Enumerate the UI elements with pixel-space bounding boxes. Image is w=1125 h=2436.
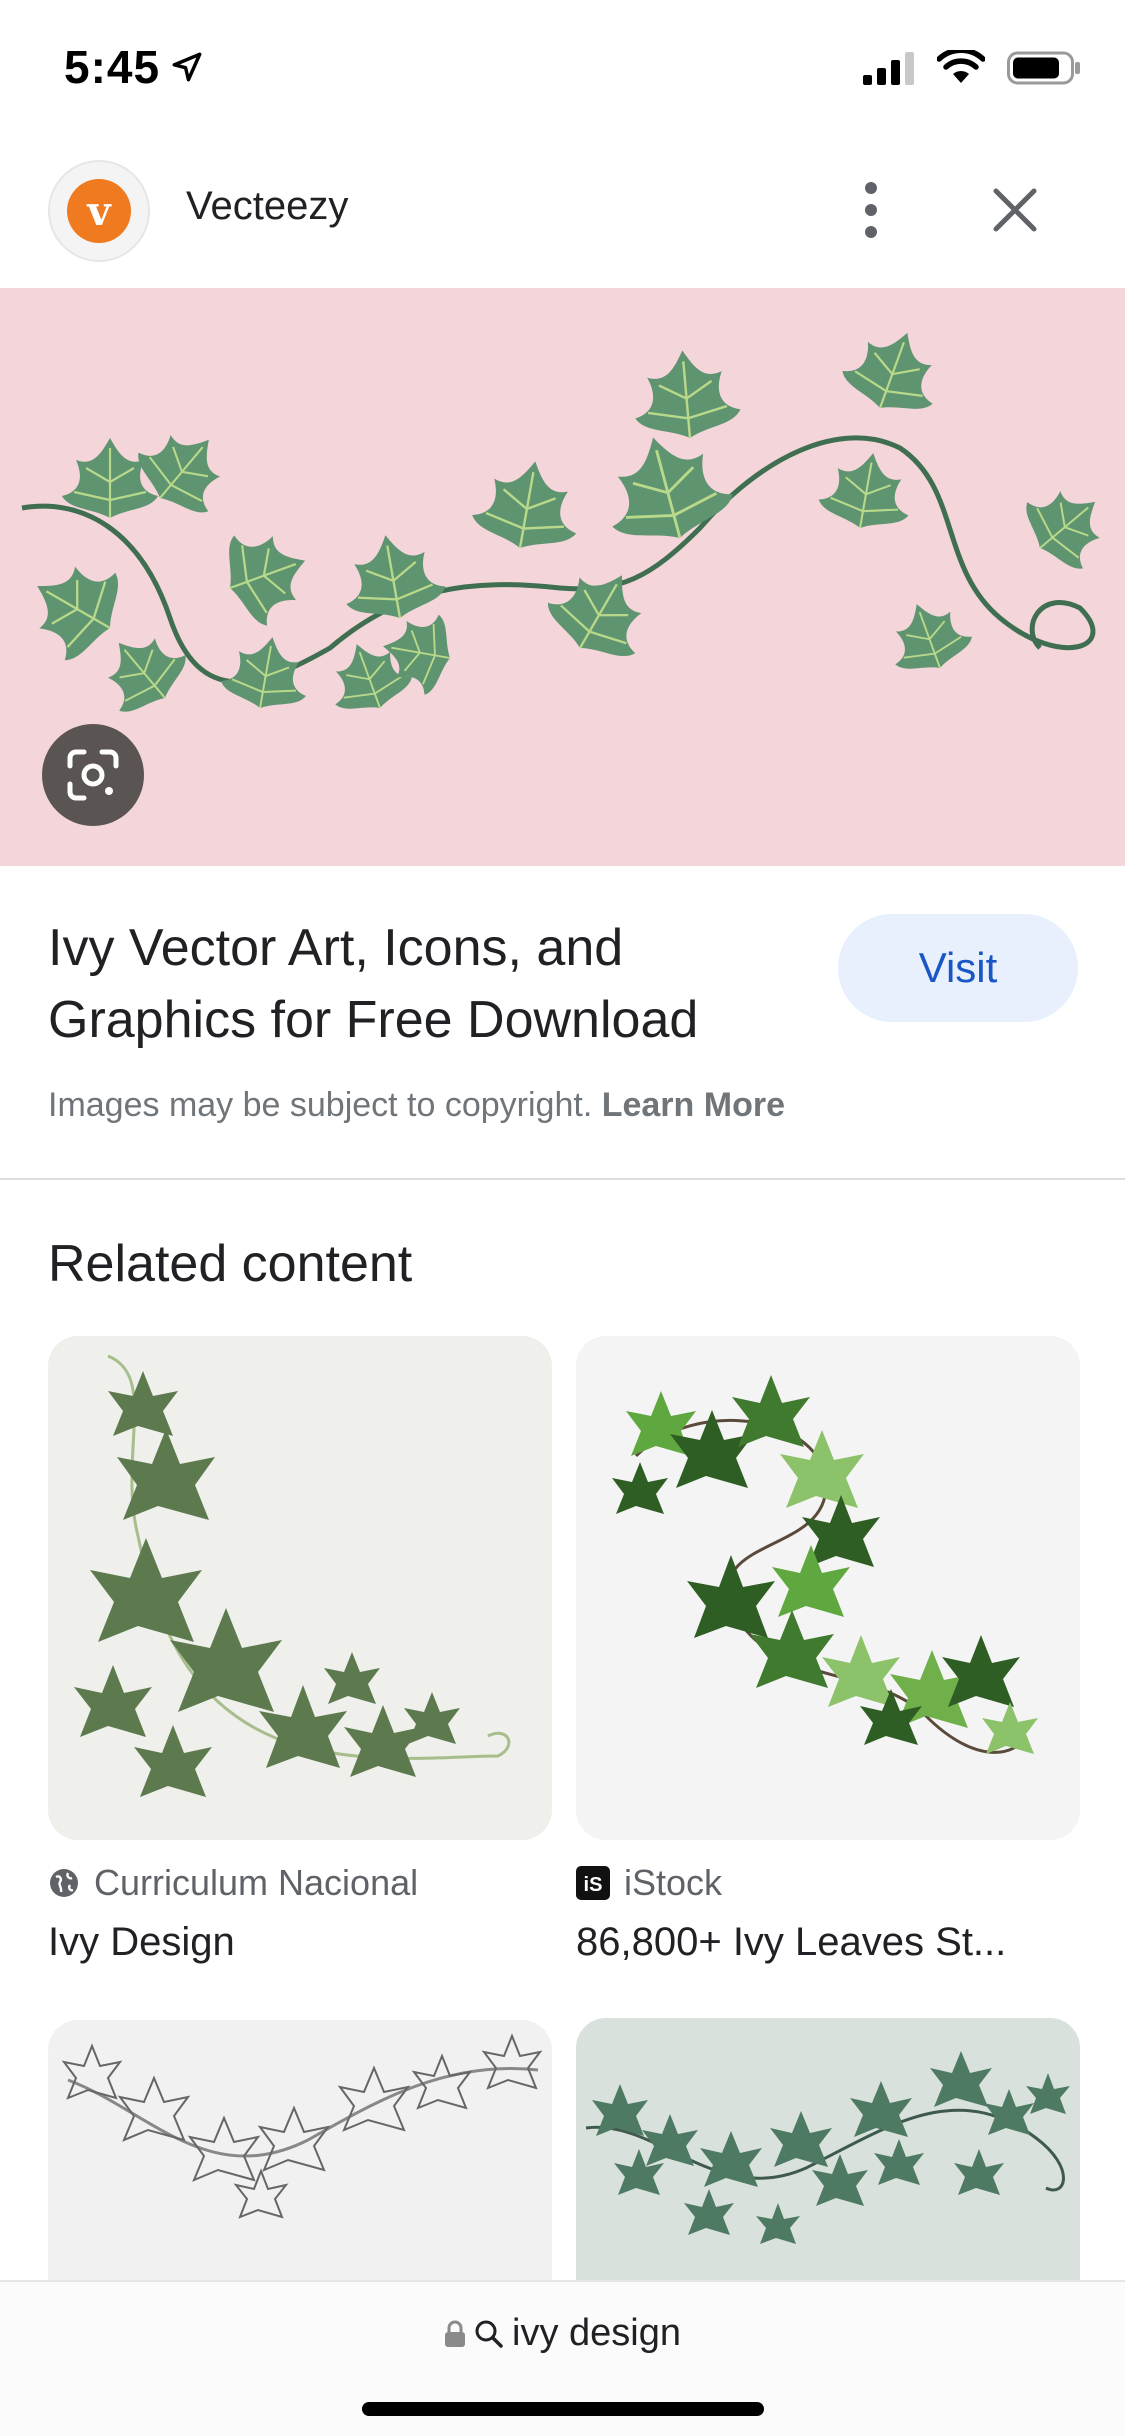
search-icon: [475, 2320, 503, 2348]
status-time: 5:45: [64, 40, 204, 94]
related-card-image[interactable]: [576, 2018, 1080, 2280]
ivy-vine-teal-illustration: [585, 2051, 1070, 2244]
more-vert-icon: [865, 182, 877, 238]
card-source-label: iStock: [624, 1862, 723, 1903]
ivy-vine-illustration: [10, 315, 1124, 727]
battery-icon: [1007, 51, 1080, 85]
status-bar: 5:45: [0, 0, 1125, 140]
home-indicator: [362, 2402, 764, 2416]
cellular-signal-icon: [863, 52, 914, 85]
related-card-image[interactable]: [48, 2020, 552, 2280]
url-row[interactable]: ivy design: [0, 2312, 1125, 2355]
result-image[interactable]: [0, 288, 1125, 866]
card-source[interactable]: Curriculum Nacional: [48, 1862, 552, 1904]
related-content-heading: Related content: [48, 1235, 413, 1293]
more-options-button[interactable]: [846, 170, 896, 250]
related-card[interactable]: [48, 2020, 552, 2280]
ivy-garland-illustration: [612, 1375, 1038, 1754]
clock-label: 5:45: [64, 41, 161, 93]
ivy-corner-illustration: [74, 1354, 511, 1797]
section-divider: [0, 1178, 1125, 1180]
result-header: v Vecteezy: [0, 150, 1125, 286]
vecteezy-logo-icon: v: [67, 179, 131, 243]
status-icons: [863, 50, 1081, 86]
google-lens-icon: [67, 749, 119, 801]
related-card[interactable]: Curriculum Nacional Ivy Design: [48, 1336, 552, 1965]
related-card[interactable]: iS iStock 86,800+ Ivy Leaves St...: [576, 1336, 1080, 1965]
ivy-sketch-illustration: [61, 2033, 543, 2219]
bottom-url-bar[interactable]: ivy design: [0, 2280, 1125, 2436]
copyright-text: Images may be subject to copyright.: [48, 1086, 593, 1124]
location-arrow-icon: [172, 52, 202, 82]
wifi-icon: [937, 50, 985, 83]
card-source-label: Curriculum Nacional: [94, 1862, 419, 1903]
close-icon: [993, 188, 1037, 232]
learn-more-link[interactable]: Learn More: [602, 1086, 785, 1124]
related-card-image[interactable]: [576, 1336, 1080, 1840]
lock-icon: [445, 2320, 465, 2347]
copyright-notice: Images may be subject to copyright. Lear…: [48, 1086, 785, 1125]
related-card-image[interactable]: [48, 1336, 552, 1840]
card-title[interactable]: 86,800+ Ivy Leaves St...: [576, 1920, 1080, 1965]
card-title[interactable]: Ivy Design: [48, 1920, 552, 1965]
svg-text:iS: iS: [584, 1874, 603, 1896]
globe-icon: [50, 1869, 78, 1897]
site-name[interactable]: Vecteezy: [186, 184, 348, 229]
result-title[interactable]: Ivy Vector Art, Icons, and Graphics for …: [48, 912, 808, 1056]
visit-button[interactable]: Visit: [838, 914, 1078, 1022]
search-query[interactable]: ivy design: [512, 2312, 681, 2355]
card-source[interactable]: iS iStock: [576, 1862, 1080, 1904]
istock-logo-icon: iS: [576, 1866, 610, 1900]
site-logo[interactable]: v: [48, 160, 150, 262]
related-card[interactable]: [576, 2018, 1080, 2280]
lens-search-button[interactable]: [42, 724, 144, 826]
close-button[interactable]: [980, 170, 1050, 250]
